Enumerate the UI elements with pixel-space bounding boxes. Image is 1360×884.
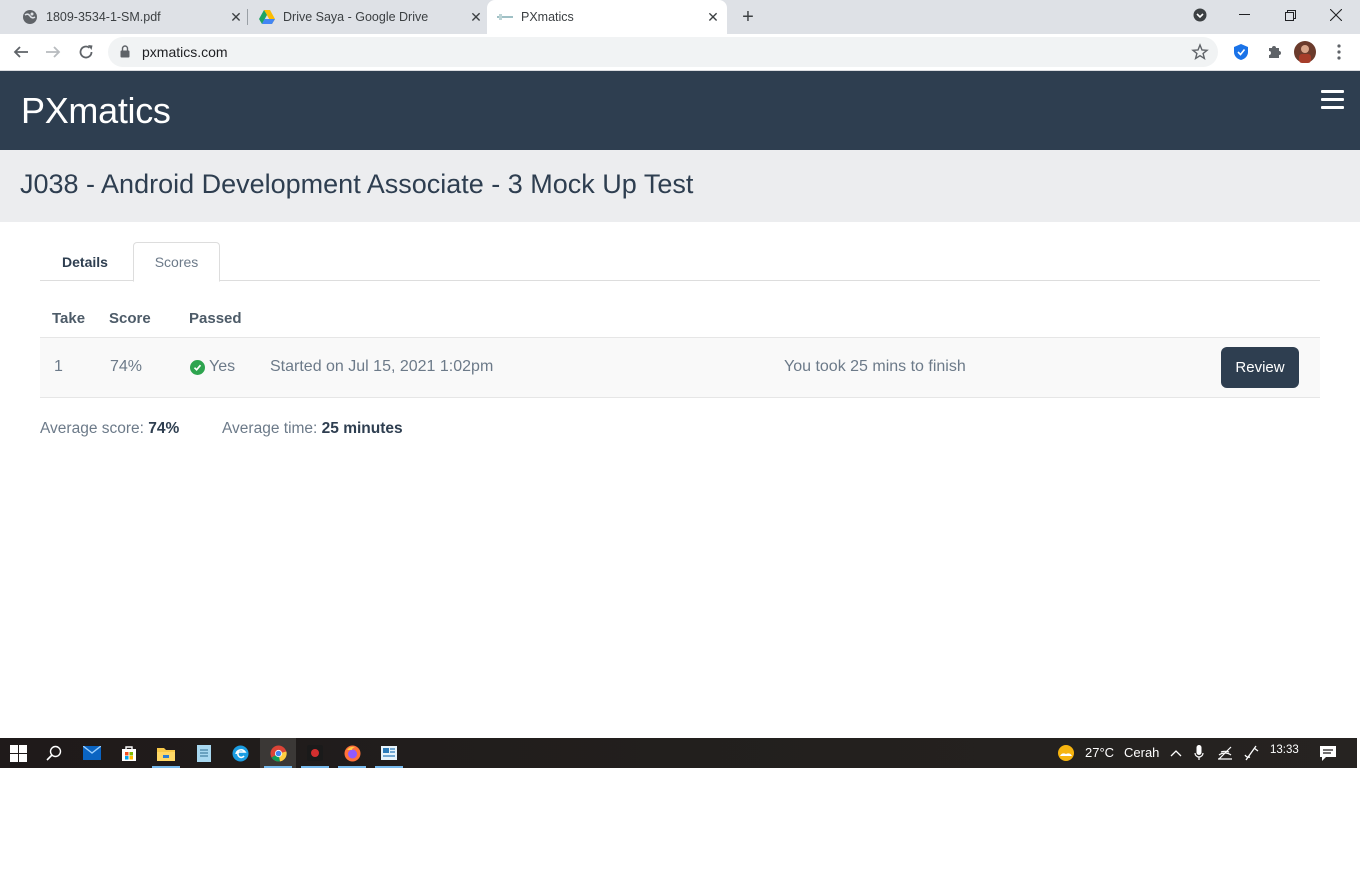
browser-tab-pdf[interactable]: 1809-3534-1-SM.pdf ✕ [14,0,244,34]
score-value: 74% [110,358,143,375]
more-vertical-icon[interactable] [1326,39,1352,65]
check-circle-icon [190,359,205,375]
column-header-passed: Passed [189,310,242,327]
started-text: Started on Jul 15, 2021 1:02pm [270,358,494,375]
extensions-puzzle-icon[interactable] [1261,39,1287,65]
google-drive-icon [259,9,275,25]
media-app-icon[interactable] [297,738,333,768]
tab-divider [247,9,248,25]
average-time: Average time: 25 minutes [222,420,403,438]
tab-scores[interactable]: Scores [133,242,220,282]
store-icon[interactable] [111,738,147,768]
average-time-value: 25 minutes [321,420,403,437]
globe-icon [22,9,38,25]
mail-icon[interactable] [74,738,110,768]
bookmark-star-icon[interactable] [1190,42,1210,62]
edge-icon[interactable] [222,738,258,768]
close-icon[interactable]: ✕ [705,9,721,25]
browser-tab-pxmatics[interactable]: PXmatics ✕ [487,0,727,34]
file-explorer-icon[interactable] [148,738,184,768]
site-header: PXmatics [0,71,1360,150]
notification-icon[interactable] [1310,738,1346,768]
weather-sunny-icon[interactable] [1048,738,1084,768]
profile-avatar[interactable] [1292,39,1318,65]
forward-arrow-icon[interactable] [40,39,66,65]
title-band: J038 - Android Development Associate - 3… [0,150,1360,222]
tab-search-icon[interactable] [1178,0,1222,30]
browser-tab-strip: 1809-3534-1-SM.pdf ✕ Drive Saya - Google… [0,0,1360,34]
table-row: 1 74% Yes Started on Jul 15, 2021 1:02pm… [40,338,1320,398]
review-button[interactable]: Review [1221,347,1299,388]
notepad-icon[interactable] [186,738,222,768]
browser-tab-drive[interactable]: Drive Saya - Google Drive ✕ [252,0,484,34]
average-score-value: 74% [148,420,180,437]
minimize-button[interactable] [1222,0,1266,30]
weather-condition: Cerah [1124,745,1160,760]
firefox-icon[interactable] [334,738,370,768]
browser-toolbar: pxmatics.com [0,34,1360,71]
address-bar[interactable]: pxmatics.com [108,37,1218,67]
browser-tab-title: Drive Saya - Google Drive [283,10,429,24]
search-icon[interactable] [36,738,72,768]
new-tab-button[interactable]: + [736,5,760,29]
chrome-icon[interactable] [260,738,296,768]
column-header-take: Take [52,310,86,327]
browser-tab-title: PXmatics [521,10,574,24]
url-text: pxmatics.com [142,44,228,60]
close-window-button[interactable] [1314,0,1358,30]
take-number: 1 [54,358,63,375]
page-tabs: Details Scores [40,242,1320,282]
weather-temperature: 27°C [1085,745,1115,760]
hamburger-menu-icon[interactable] [1321,90,1344,109]
column-header-score: Score [109,310,151,327]
screen: 1809-3534-1-SM.pdf ✕ Drive Saya - Google… [0,0,1360,884]
restore-button[interactable] [1268,0,1312,30]
page-title: J038 - Android Development Associate - 3… [20,169,694,199]
lock-icon [120,45,130,63]
passed-value: Yes [209,358,236,375]
shield-extension-icon[interactable] [1228,39,1254,65]
pen-icon[interactable] [1235,738,1269,768]
duration-text: You took 25 mins to finish [784,358,966,375]
windows-start-icon[interactable] [0,738,36,768]
pxmatics-favicon [497,9,513,25]
back-arrow-icon[interactable] [8,39,34,65]
system-clock[interactable]: 13:33 [1270,744,1299,756]
passed-cell: Yes [190,358,235,376]
windows-taskbar: 27°C Cerah 13:33 [0,738,1357,768]
tab-details[interactable]: Details [40,242,130,281]
close-icon[interactable]: ✕ [468,9,484,25]
table-header: Take Score Passed [40,300,1320,338]
average-score-label: Average score: [40,420,144,437]
site-logo[interactable]: PXmatics [21,90,171,132]
average-time-label: Average time: [222,420,318,437]
browser-tab-title: 1809-3534-1-SM.pdf [46,10,161,24]
reload-icon[interactable] [73,39,99,65]
app-window-icon[interactable] [371,738,407,768]
close-icon[interactable]: ✕ [228,9,244,25]
average-score: Average score: 74% [40,420,179,438]
